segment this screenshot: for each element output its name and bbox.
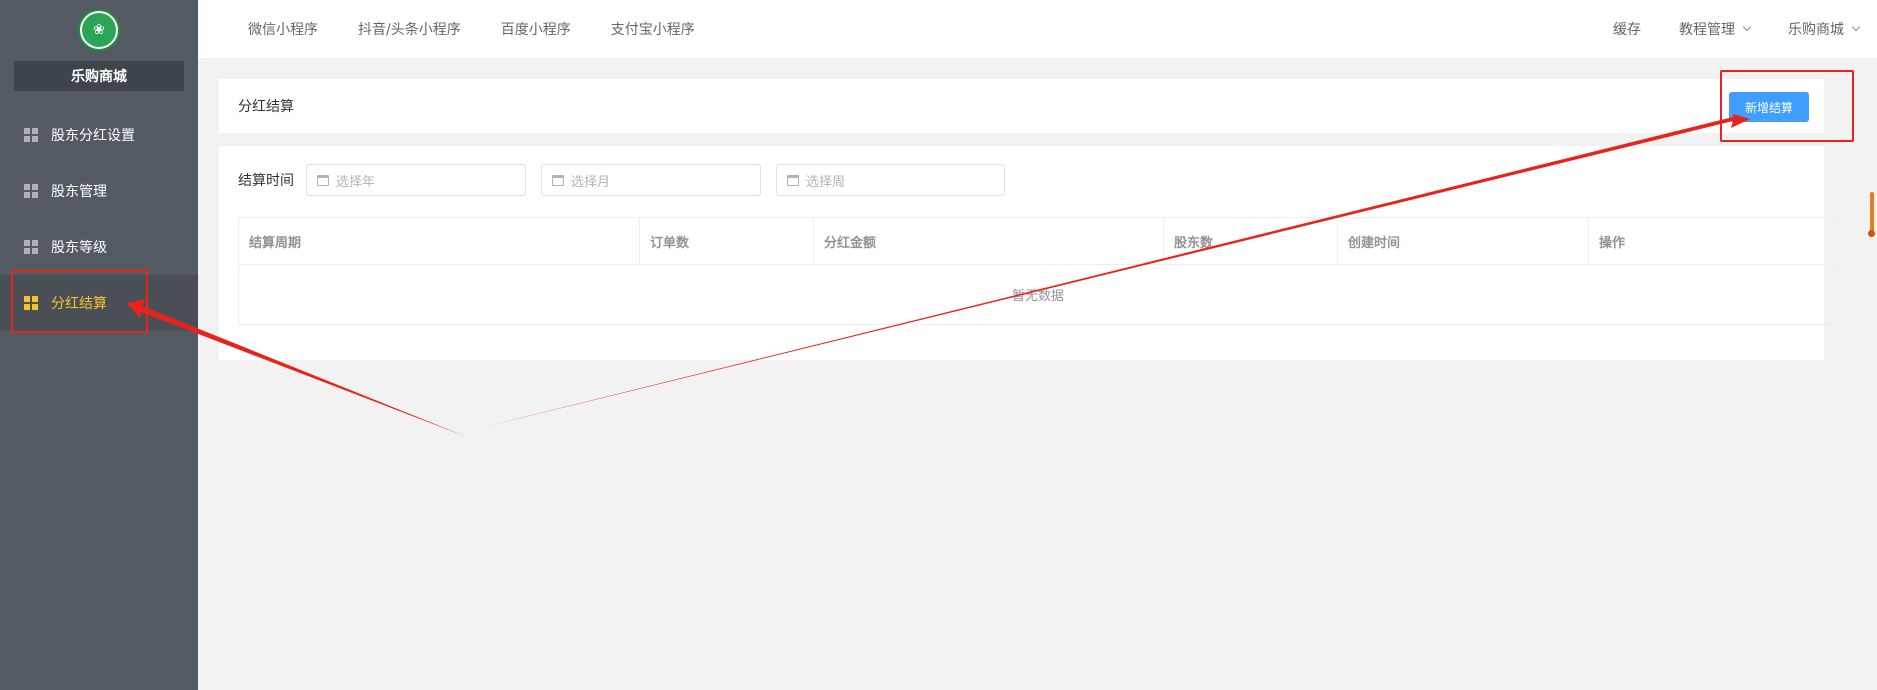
week-placeholder: 选择周 [806,174,846,190]
sidebar-item-label: 分红结算 [51,296,107,312]
shop-dropdown[interactable]: 乐购商城 [1788,19,1861,39]
page-title: 分红结算 [238,99,294,115]
tab-alipay-miniprogram[interactable]: 支付宝小程序 [611,19,695,39]
add-settlement-button[interactable]: 新增结算 [1729,92,1809,122]
tutorial-dropdown[interactable]: 教程管理 [1679,19,1752,39]
sidebar-item-label: 股东等级 [51,240,107,256]
column-header-amount[interactable]: 分红金额 [814,218,1164,264]
sidebar-item-label: 股东管理 [51,184,107,200]
settlement-panel: 结算时间 选择年 选择月 选择周 结算周期 订单数 分红金额 股东数 创建时间 … [219,146,1838,360]
sidebar-item-dividend-settlement[interactable]: 分红结算 [0,275,198,331]
column-header-created[interactable]: 创建时间 [1338,218,1589,264]
column-header-orders[interactable]: 订单数 [640,218,814,264]
column-header-shareholders[interactable]: 股东数 [1164,218,1338,264]
month-picker[interactable]: 选择月 [541,164,761,196]
calendar-icon [787,174,799,186]
shop-name: 乐购商城 [14,61,184,91]
sidebar: ❀ 乐购商城 股东分红设置 股东管理 股东等级 分红结算 [0,0,198,690]
tutorial-label: 教程管理 [1679,22,1735,38]
tab-wechat-miniprogram[interactable]: 微信小程序 [248,19,318,39]
chevron-down-icon [1742,22,1752,32]
grid-icon [24,128,38,142]
grid-icon [24,184,38,198]
sidebar-item-dividend-settings[interactable]: 股东分红设置 [0,107,198,163]
page-header: 分红结算 新增结算 [219,79,1824,133]
calendar-icon [317,174,329,186]
tab-baidu-miniprogram[interactable]: 百度小程序 [501,19,571,39]
week-picker[interactable]: 选择周 [776,164,1005,196]
side-scroll-indicator[interactable] [1867,170,1877,245]
sidebar-item-label: 股东分红设置 [51,128,135,144]
column-header-period[interactable]: 结算周期 [239,218,640,264]
tab-douyin-miniprogram[interactable]: 抖音/头条小程序 [358,19,461,39]
calendar-icon [552,174,564,186]
top-bar: 微信小程序 抖音/头条小程序 百度小程序 支付宝小程序 缓存 教程管理 乐购商城 [198,0,1877,58]
cache-label: 缓存 [1613,22,1641,38]
scroll-handle [1868,230,1875,237]
sidebar-item-shareholder-level[interactable]: 股东等级 [0,219,198,275]
filter-row: 结算时间 选择年 选择月 选择周 [238,164,1020,196]
chevron-down-icon [1851,22,1861,32]
sidebar-item-shareholder-management[interactable]: 股东管理 [0,163,198,219]
settlement-table: 结算周期 订单数 分红金额 股东数 创建时间 操作 暂无数据 [238,217,1838,325]
empty-state: 暂无数据 [1011,289,1064,304]
cache-link[interactable]: 缓存 [1613,19,1641,39]
shop-label: 乐购商城 [1788,22,1844,38]
column-header-actions[interactable]: 操作 [1589,218,1837,264]
grid-icon [24,240,38,254]
month-placeholder: 选择月 [571,174,611,190]
logo-area: ❀ [0,0,198,60]
table-header: 结算周期 订单数 分红金额 股东数 创建时间 操作 [239,218,1837,265]
logo-mark-icon: ❀ [82,13,116,47]
year-picker[interactable]: 选择年 [306,164,526,196]
grid-icon [24,296,38,310]
top-tabs: 微信小程序 抖音/头条小程序 百度小程序 支付宝小程序 [198,19,735,39]
shop-logo[interactable]: ❀ [78,9,120,51]
filter-label: 结算时间 [238,173,294,189]
sidebar-menu: 股东分红设置 股东管理 股东等级 分红结算 [0,107,198,331]
top-right-menu: 缓存 教程管理 乐购商城 [1575,19,1877,39]
year-placeholder: 选择年 [336,174,376,190]
